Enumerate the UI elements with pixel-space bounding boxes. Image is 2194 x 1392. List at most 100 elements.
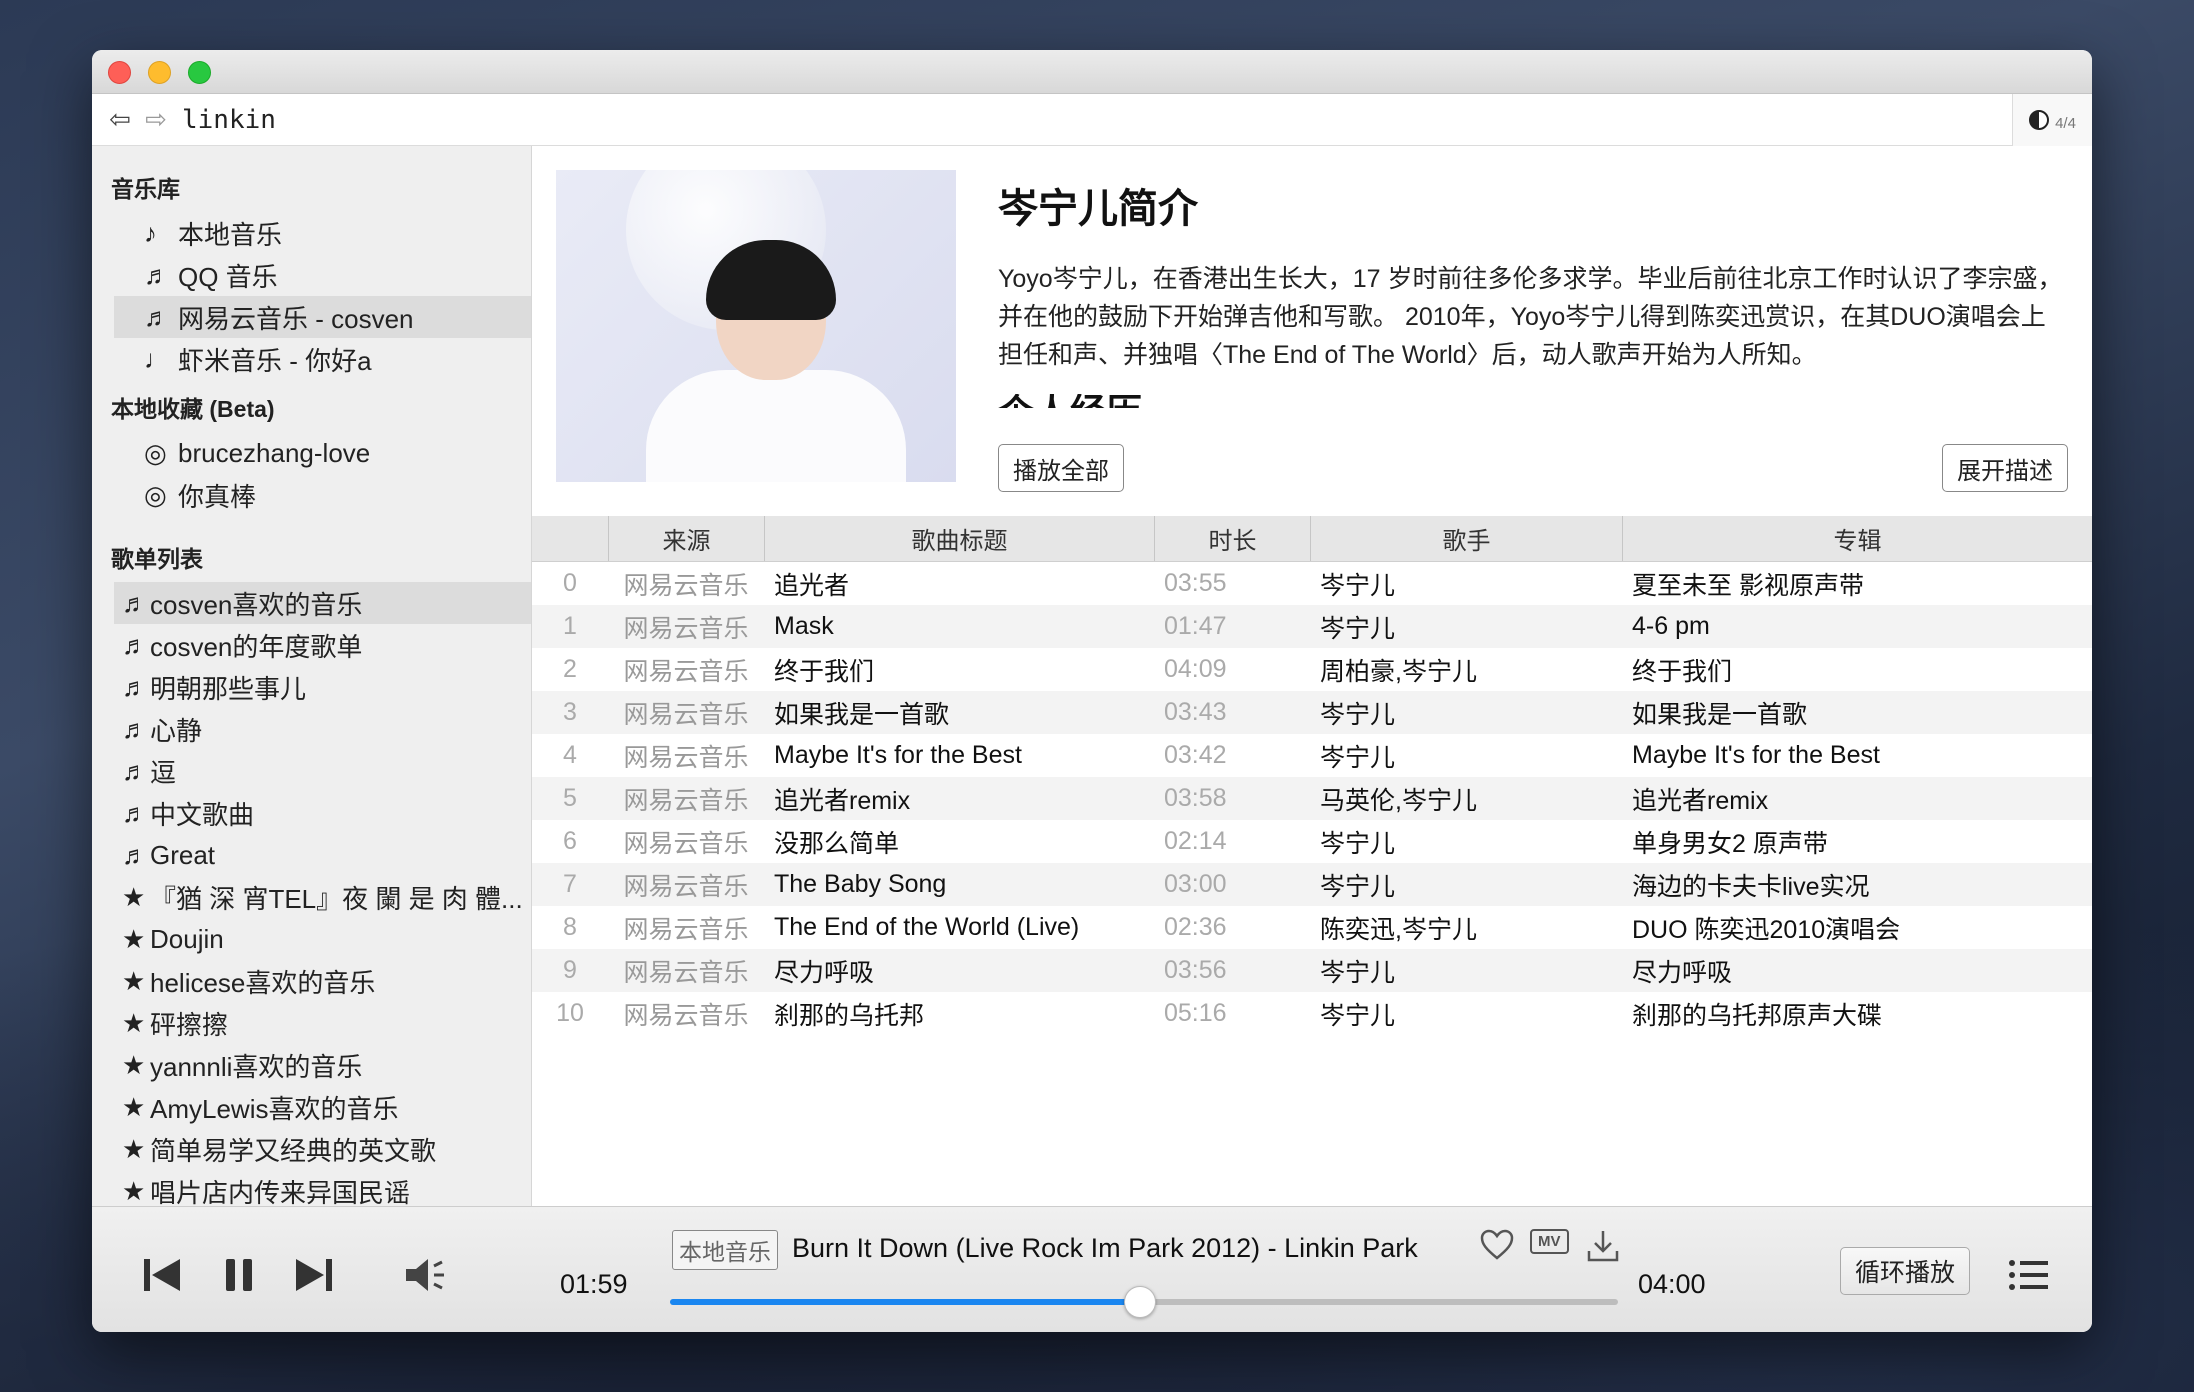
cell-album[interactable]: 终于我们 <box>1622 652 2092 688</box>
cell-artist[interactable]: 周柏豪,岑宁儿 <box>1310 652 1622 688</box>
library-item-xiami[interactable]: ♩ 虾米音乐 - 你好a <box>114 338 531 380</box>
cell-title[interactable]: 如果我是一首歌 <box>764 695 1154 731</box>
table-row[interactable]: 7 网易云音乐 The Baby Song 03:00 岑宁儿 海边的卡夫卡li… <box>532 863 2092 906</box>
table-row[interactable]: 9 网易云音乐 尽力呼吸 03:56 岑宁儿 尽力呼吸 <box>532 949 2092 992</box>
cell-title[interactable]: 终于我们 <box>764 652 1154 688</box>
next-track-icon[interactable] <box>294 1257 334 1293</box>
back-arrow-icon[interactable]: ⇦ <box>102 104 138 135</box>
zoom-window-button[interactable] <box>188 61 211 84</box>
cell-album[interactable]: DUO 陈奕迅2010演唱会 <box>1622 910 2092 946</box>
forward-arrow-icon[interactable]: ⇨ <box>138 104 174 135</box>
cell-album[interactable]: 尽力呼吸 <box>1622 953 2092 989</box>
play-all-button[interactable]: 播放全部 <box>998 444 1124 492</box>
table-row[interactable]: 8 网易云音乐 The End of the World (Live) 02:3… <box>532 906 2092 949</box>
playlist-item[interactable]: ★ Doujin <box>114 918 531 960</box>
cell-title[interactable]: The Baby Song <box>764 870 1154 899</box>
cell-album[interactable]: 单身男女2 原声带 <box>1622 824 2092 860</box>
playlist-item[interactable]: ♬ 逗 <box>114 750 531 792</box>
playlist-item[interactable]: ♬ cosven的年度歌单 <box>114 624 531 666</box>
cell-album[interactable]: 追光者remix <box>1622 781 2092 817</box>
cell-album[interactable]: 如果我是一首歌 <box>1622 695 2092 731</box>
cell-artist[interactable]: 岑宁儿 <box>1310 867 1622 903</box>
playlist-item[interactable]: ♬ 中文歌曲 <box>114 792 531 834</box>
playlist-item[interactable]: ★ 砰擦擦 <box>114 1002 531 1044</box>
library-item-qq[interactable]: ♬ QQ 音乐 <box>114 254 531 296</box>
table-row[interactable]: 3 网易云音乐 如果我是一首歌 03:43 岑宁儿 如果我是一首歌 <box>532 691 2092 734</box>
cell-title[interactable]: 刹那的乌托邦 <box>764 996 1154 1032</box>
cell-album[interactable]: 海边的卡夫卡live实况 <box>1622 867 2092 903</box>
cell-title[interactable]: Mask <box>764 612 1154 641</box>
previous-track-icon[interactable] <box>142 1257 182 1293</box>
playlist-item[interactable]: ♬ Great <box>114 834 531 876</box>
cell-title[interactable]: 追光者remix <box>764 781 1154 817</box>
header-title[interactable]: 歌曲标题 <box>764 516 1154 561</box>
favorite-item[interactable]: ◎ brucezhang-love <box>114 432 531 474</box>
minimize-window-button[interactable] <box>148 61 171 84</box>
cell-artist[interactable]: 陈奕迅,岑宁儿 <box>1310 910 1622 946</box>
playlist-item[interactable]: ★ yannnli喜欢的音乐 <box>114 1044 531 1086</box>
header-source[interactable]: 来源 <box>608 516 764 561</box>
playlist-icon[interactable] <box>2008 1259 2048 1291</box>
now-playing-title[interactable]: Burn It Down (Live Rock Im Park 2012) - … <box>792 1233 1418 1264</box>
cell-album[interactable]: 刹那的乌托邦原声大碟 <box>1622 996 2092 1032</box>
cell-title[interactable]: The End of the World (Live) <box>764 913 1154 942</box>
download-icon[interactable] <box>1586 1229 1620 1263</box>
cell-source[interactable]: 网易云音乐 <box>608 824 764 860</box>
cell-artist[interactable]: 岑宁儿 <box>1310 953 1622 989</box>
cell-title[interactable]: 没那么简单 <box>764 824 1154 860</box>
header-duration[interactable]: 时长 <box>1154 516 1310 561</box>
cell-artist[interactable]: 岑宁儿 <box>1310 824 1622 860</box>
progress-handle[interactable] <box>1124 1286 1157 1318</box>
progress-bar[interactable] <box>670 1286 1618 1318</box>
table-row[interactable]: 0 网易云音乐 追光者 03:55 岑宁儿 夏至未至 影视原声带 <box>532 562 2092 605</box>
cell-artist[interactable]: 马英伦,岑宁儿 <box>1310 781 1622 817</box>
cell-source[interactable]: 网易云音乐 <box>608 738 764 774</box>
cell-title[interactable]: 追光者 <box>764 566 1154 602</box>
expand-description-button[interactable]: 展开描述 <box>1942 444 2068 492</box>
cell-source[interactable]: 网易云音乐 <box>608 652 764 688</box>
header-album[interactable]: 专辑 <box>1622 516 2092 561</box>
table-row[interactable]: 6 网易云音乐 没那么简单 02:14 岑宁儿 单身男女2 原声带 <box>532 820 2092 863</box>
library-item-local[interactable]: ♪ 本地音乐 <box>114 212 531 254</box>
cell-source[interactable]: 网易云音乐 <box>608 609 764 645</box>
cell-source[interactable]: 网易云音乐 <box>608 867 764 903</box>
header-artist[interactable]: 歌手 <box>1310 516 1622 561</box>
cell-title[interactable]: 尽力呼吸 <box>764 953 1154 989</box>
favorite-item[interactable]: ◎ 你真棒 <box>114 474 531 516</box>
cell-album[interactable]: 4-6 pm <box>1622 612 2092 641</box>
cell-artist[interactable]: 岑宁儿 <box>1310 738 1622 774</box>
loop-mode-button[interactable]: 循环播放 <box>1840 1247 1971 1295</box>
cell-title[interactable]: Maybe It's for the Best <box>764 741 1154 770</box>
cell-source[interactable]: 网易云音乐 <box>608 695 764 731</box>
search-input[interactable] <box>182 97 2012 142</box>
playlist-item[interactable]: ★ AmyLewis喜欢的音乐 <box>114 1086 531 1128</box>
cell-source[interactable]: 网易云音乐 <box>608 953 764 989</box>
playlist-item[interactable]: ★ 『猶 深 宵TEL』夜 闌 是 肉 體... <box>114 876 531 918</box>
cell-artist[interactable]: 岑宁儿 <box>1310 996 1622 1032</box>
table-row[interactable]: 2 网易云音乐 终于我们 04:09 周柏豪,岑宁儿 终于我们 <box>532 648 2092 691</box>
cell-source[interactable]: 网易云音乐 <box>608 781 764 817</box>
cell-album[interactable]: 夏至未至 影视原声带 <box>1622 566 2092 602</box>
playlist-item[interactable]: ♬ cosven喜欢的音乐 <box>114 582 531 624</box>
volume-icon[interactable] <box>404 1257 446 1293</box>
playlist-item[interactable]: ★ helicese喜欢的音乐 <box>114 960 531 1002</box>
theme-toggle-icon[interactable] <box>2029 109 2050 130</box>
mv-icon[interactable]: MV <box>1530 1229 1569 1254</box>
playlist-item[interactable]: ♬ 心静 <box>114 708 531 750</box>
header-index[interactable] <box>532 516 608 561</box>
cell-artist[interactable]: 岑宁儿 <box>1310 695 1622 731</box>
cell-artist[interactable]: 岑宁儿 <box>1310 609 1622 645</box>
playlist-item[interactable]: ♬ 明朝那些事儿 <box>114 666 531 708</box>
pause-icon[interactable] <box>222 1257 256 1293</box>
cell-source[interactable]: 网易云音乐 <box>608 566 764 602</box>
playlist-item[interactable]: ★ 唱片店内传来异国民谣 <box>114 1170 531 1207</box>
playlist-item[interactable]: ★ 简单易学又经典的英文歌 <box>114 1128 531 1170</box>
close-window-button[interactable] <box>108 61 131 84</box>
heart-icon[interactable] <box>1480 1229 1514 1261</box>
cell-album[interactable]: Maybe It's for the Best <box>1622 741 2092 770</box>
table-row[interactable]: 10 网易云音乐 刹那的乌托邦 05:16 岑宁儿 刹那的乌托邦原声大碟 <box>532 992 2092 1035</box>
table-row[interactable]: 1 网易云音乐 Mask 01:47 岑宁儿 4-6 pm <box>532 605 2092 648</box>
cell-source[interactable]: 网易云音乐 <box>608 910 764 946</box>
library-item-netease[interactable]: ♬ 网易云音乐 - cosven <box>114 296 531 338</box>
table-row[interactable]: 5 网易云音乐 追光者remix 03:58 马英伦,岑宁儿 追光者remix <box>532 777 2092 820</box>
